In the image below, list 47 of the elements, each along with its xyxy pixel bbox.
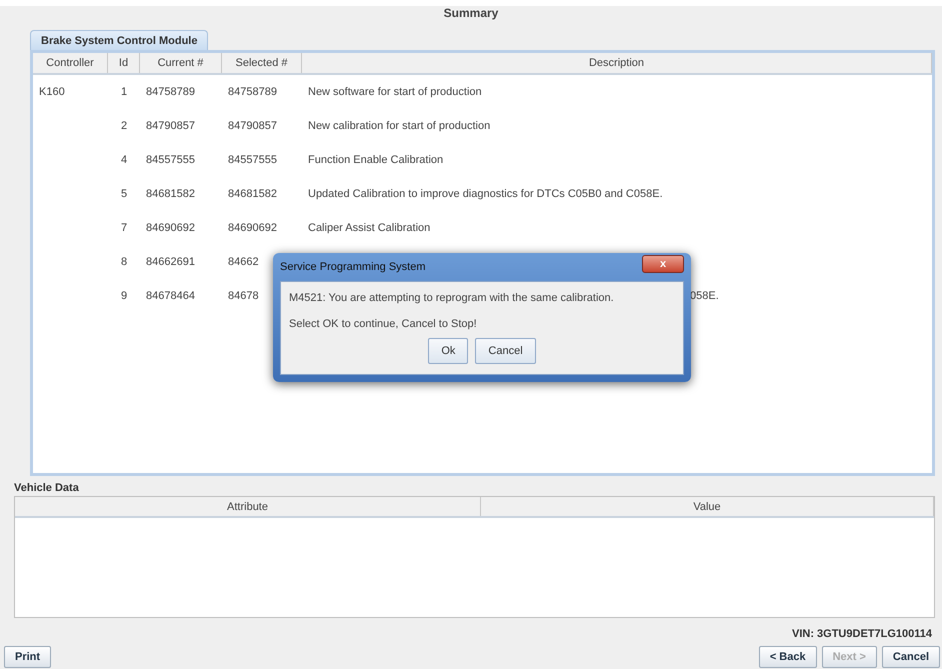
table-cell-text: 84790857 xyxy=(227,120,277,132)
table-cell: 2 xyxy=(120,120,128,132)
table-cell-text: 84758789 xyxy=(227,86,277,98)
dialog-button[interactable]: Ok xyxy=(428,338,468,364)
table-cell-text: 84690692 xyxy=(227,222,277,234)
table-cell-text: 84557555 xyxy=(145,154,195,166)
vin-label: VIN: 3GTU9DET7LG100114 xyxy=(792,627,933,642)
table-cell-text: 84662691 xyxy=(145,256,195,268)
table-cell-text: Updated Calibration to improve diagnostics for DTCs C05B0 and C058E. xyxy=(307,188,663,200)
column-header[interactable]: Selected # xyxy=(222,53,302,73)
dialog-message: M4521: You are attempting to reprogram with the same calibration. xyxy=(289,292,615,304)
dialog-title: Service Programming System xyxy=(280,261,426,273)
table-cell-text: 84690692 xyxy=(145,222,195,234)
table-cell-text: 84681582 xyxy=(227,188,277,200)
column-header[interactable]: Id xyxy=(108,53,140,73)
wizard-button[interactable]: Cancel xyxy=(882,646,940,668)
table-cell-text: 84758789 xyxy=(145,86,195,98)
section-label: Vehicle Data xyxy=(13,481,80,496)
table-cell-text: New software for start of production xyxy=(307,86,482,98)
table-cell: 9 xyxy=(120,290,128,302)
table-cell-text: 84681582 xyxy=(145,188,195,200)
dialog-button[interactable]: Cancel xyxy=(475,338,536,364)
column-header[interactable]: Current # xyxy=(140,53,222,73)
table-cell: 8 xyxy=(120,256,128,268)
table-cell-text: Function Enable Calibration xyxy=(307,154,444,166)
wizard-button[interactable]: Print xyxy=(4,646,52,668)
table-cell-text: 84557555 xyxy=(227,154,277,166)
table-cell: 5 xyxy=(120,188,128,200)
table-cell-text: 84678464 xyxy=(145,290,195,302)
table-cell: 1 xyxy=(120,86,128,98)
table-cell-text: 84790857 xyxy=(145,120,195,132)
page-title: Summary xyxy=(442,6,500,22)
table-cell-text: K160 xyxy=(38,86,65,98)
dialog-prompt: Select OK to continue, Cancel to Stop! xyxy=(289,318,478,330)
table-cell: 058E. xyxy=(690,290,719,302)
column-header[interactable]: Description xyxy=(302,53,932,73)
table-cell-text: New calibration for start of production xyxy=(307,120,490,132)
table-cell: 7 xyxy=(120,222,128,234)
table-cell-text: Caliper Assist Calibration xyxy=(307,222,430,234)
column-header[interactable]: Controller xyxy=(33,53,108,73)
table-cell: 4 xyxy=(120,154,128,166)
table-cell-text: 84662 xyxy=(227,256,259,268)
wizard-button[interactable]: < Back xyxy=(758,646,817,668)
table-cell-text: 84678 xyxy=(227,290,259,302)
column-header[interactable]: Attribute xyxy=(15,497,481,516)
column-header[interactable]: Value xyxy=(481,497,934,516)
module-tab[interactable]: Brake System Control Module xyxy=(30,30,208,50)
